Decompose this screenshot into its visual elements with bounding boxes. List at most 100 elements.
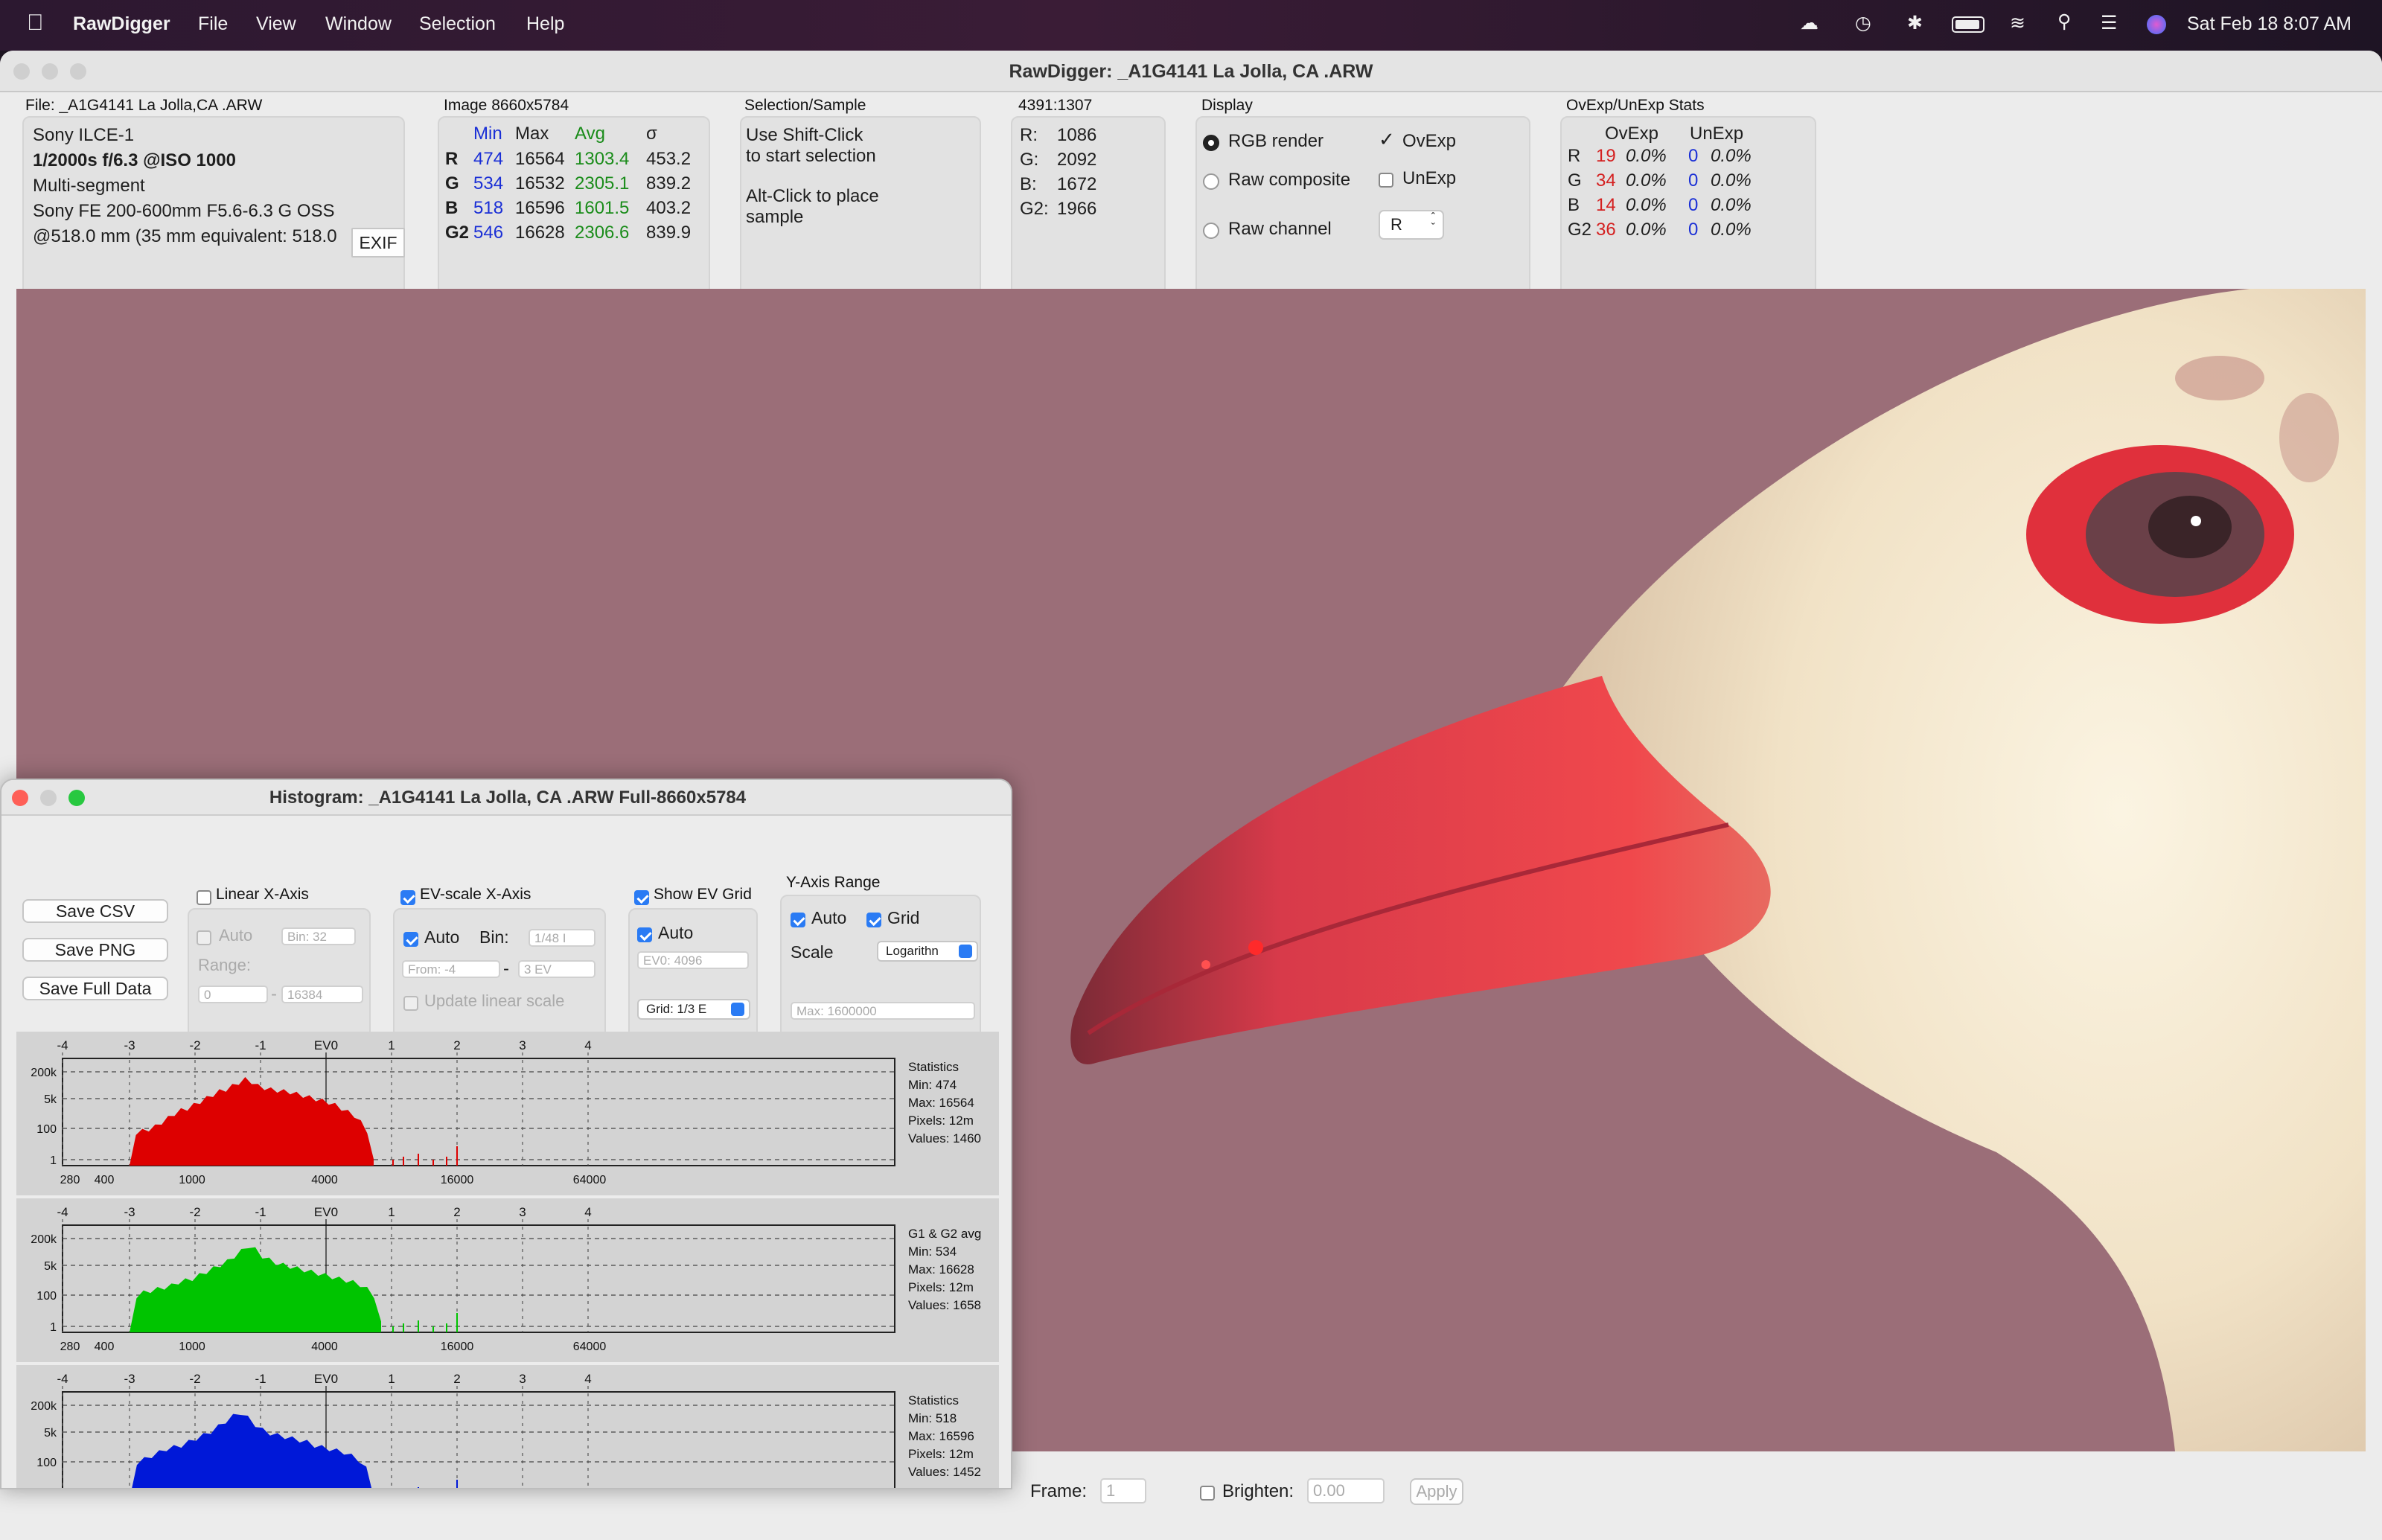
pixel-channel: R:: [1020, 125, 1038, 145]
linear-to-field[interactable]: 16384: [281, 985, 363, 1003]
pixel-value: 1966: [1057, 199, 1097, 219]
histogram-panel-blue: 200k5k1001-4-3-2-1EV01234280400100040001…: [16, 1365, 999, 1488]
ev-grid-value: Grid: 1/3 E: [646, 1002, 707, 1016]
evgrid-auto-checkbox[interactable]: [637, 924, 652, 945]
yaxis-label: Y-Axis Range: [786, 874, 881, 891]
linear-xaxis-checkbox[interactable]: [197, 887, 211, 908]
close-button[interactable]: [13, 63, 30, 80]
unexp-checkbox[interactable]: [1379, 170, 1393, 191]
linear-bin-field[interactable]: Bin: 32: [281, 927, 356, 945]
histogram-close-button[interactable]: [12, 790, 28, 806]
status-cloud-icon[interactable]: ☁: [1800, 12, 1819, 34]
ev-from-value: From: -4: [408, 962, 456, 977]
blue-stat-values: Values: 1452: [908, 1465, 981, 1479]
yaxis-auto-checkbox[interactable]: [791, 910, 805, 930]
brighten-label: Brighten:: [1222, 1481, 1294, 1501]
brighten-checkbox[interactable]: [1200, 1483, 1215, 1504]
raw-channel-select[interactable]: R ˆˇ: [1379, 210, 1444, 240]
menu-app-name[interactable]: RawDigger: [73, 13, 170, 35]
rgb-render-radio[interactable]: [1203, 132, 1219, 153]
menu-clock: Sat Feb 18 8:07 AM: [2187, 13, 2351, 34]
stat-min: 534: [473, 173, 504, 194]
battery-icon[interactable]: [1952, 16, 1985, 33]
zoom-button[interactable]: [70, 63, 86, 80]
ev-grid-select[interactable]: Grid: 1/3 E: [637, 999, 750, 1020]
lens-info: Sony FE 200-600mm F5.6-6.3 G OSS: [33, 201, 335, 221]
linear-auto-checkbox[interactable]: [197, 927, 211, 948]
siri-icon[interactable]: [2147, 15, 2166, 34]
save-csv-button[interactable]: Save CSV: [22, 899, 168, 923]
exposure-info: 1/2000s f/6.3 @ISO 1000: [33, 150, 236, 170]
file-info-box: Sony ILCE-1 1/2000s f/6.3 @ISO 1000 Mult…: [22, 116, 405, 313]
linear-range-label: Range:: [198, 956, 251, 974]
ev-from-field[interactable]: From: -4: [402, 960, 500, 978]
yaxis-grid-checkbox[interactable]: [866, 910, 881, 930]
ov-count: 19: [1596, 146, 1616, 166]
stat-channel: G2: [445, 223, 470, 243]
ovexp-stats-header: OvExp/UnExp Stats: [1566, 97, 1705, 114]
ev-tick-label: 2: [453, 1372, 460, 1386]
stat-max: 16564: [515, 149, 565, 169]
ov-percent: 0.0%: [1626, 146, 1667, 166]
red-stat-values: Values: 1460: [908, 1131, 981, 1146]
raw-channel-radio[interactable]: [1203, 220, 1219, 241]
yaxis-grid-label: Grid: [887, 908, 920, 927]
time-machine-icon[interactable]: ◷: [1855, 12, 1871, 34]
selection-hint-1: Use Shift-Click: [746, 125, 863, 145]
menu-help[interactable]: Help: [526, 13, 564, 35]
x-tick-label: 64000: [573, 1174, 607, 1186]
frame-stepper[interactable]: 1: [1100, 1478, 1146, 1504]
save-png-button[interactable]: Save PNG: [22, 938, 168, 962]
red-stat-title: Statistics: [908, 1060, 959, 1074]
menu-selection[interactable]: Selection: [419, 13, 496, 35]
green-stat-values: Values: 1658: [908, 1298, 981, 1312]
raw-composite-radio[interactable]: [1203, 171, 1219, 192]
wifi-off-icon[interactable]: ≋: [2010, 12, 2025, 34]
ev-tick-label: 1: [388, 1205, 395, 1219]
ev-bin-field[interactable]: 1/48 I: [529, 929, 596, 947]
stat-min: 474: [473, 149, 504, 169]
ovexp-stats-box: OvExp UnExp R 19 0.0% 0 0.0% G 34 0.0% 0…: [1560, 116, 1816, 313]
histogram-blue-chart: 200k5k1001-4-3-2-1EV01234280400100040001…: [31, 1372, 895, 1488]
menu-file[interactable]: File: [198, 13, 228, 35]
histogram-minimize-button[interactable]: [40, 790, 57, 806]
menu-view[interactable]: View: [256, 13, 296, 35]
stat-avg: 1601.5: [575, 198, 630, 218]
raw-composite-label: Raw composite: [1228, 170, 1351, 190]
menu-window[interactable]: Window: [325, 13, 392, 35]
pixel-value: 1672: [1057, 174, 1097, 194]
yaxis-auto-label: Auto: [811, 908, 847, 927]
show-ev-grid-label: Show EV Grid: [654, 886, 752, 903]
stat-sd: 839.9: [646, 223, 692, 243]
ev-to-field[interactable]: 3 EV: [518, 960, 596, 978]
col-avg: Avg: [575, 124, 605, 144]
bluetooth-icon[interactable]: ✱: [1907, 12, 1923, 34]
y-tick-label: 1: [50, 1321, 57, 1334]
show-ev-grid-checkbox[interactable]: [634, 887, 649, 908]
exif-button[interactable]: EXIF: [351, 228, 405, 258]
apply-button[interactable]: Apply: [1410, 1478, 1463, 1505]
ov-count: 34: [1596, 170, 1616, 191]
minimize-button[interactable]: [42, 63, 58, 80]
display-box: RGB render Raw composite Raw channel ✓ O…: [1195, 116, 1530, 313]
ev-auto-checkbox[interactable]: [403, 929, 418, 950]
ev-tick-label: -1: [255, 1038, 266, 1052]
x-tick-label: 1000: [179, 1341, 205, 1353]
ev0-field[interactable]: EV0: 4096: [637, 951, 749, 969]
control-center-icon[interactable]: ☰: [2101, 12, 2117, 34]
histogram-zoom-button[interactable]: [68, 790, 85, 806]
brighten-input[interactable]: 0.00: [1307, 1478, 1385, 1504]
update-linear-checkbox[interactable]: [403, 993, 418, 1014]
ev-xaxis-checkbox[interactable]: [400, 887, 415, 908]
yaxis-scale-select[interactable]: Logarithn: [877, 941, 978, 962]
search-icon[interactable]: ⚲: [2057, 10, 2071, 33]
histogram-green-chart: 200k 5k 100 1 -4 -3 -2 -1 EV0 1 2 3 4 280 400 1000 4000 1…: [31, 1205, 895, 1353]
apple-icon[interactable]: : [27, 10, 44, 36]
yaxis-max-field[interactable]: Max: 1600000: [791, 1002, 975, 1020]
y-tick-label: 5k: [44, 1093, 57, 1106]
stat-max: 16628: [515, 223, 565, 243]
linear-from-field[interactable]: 0: [198, 985, 268, 1003]
save-full-data-button[interactable]: Save Full Data: [22, 977, 168, 1000]
pixel-value: 1086: [1057, 125, 1097, 145]
ovexp-checkmark-icon[interactable]: ✓: [1379, 128, 1395, 151]
